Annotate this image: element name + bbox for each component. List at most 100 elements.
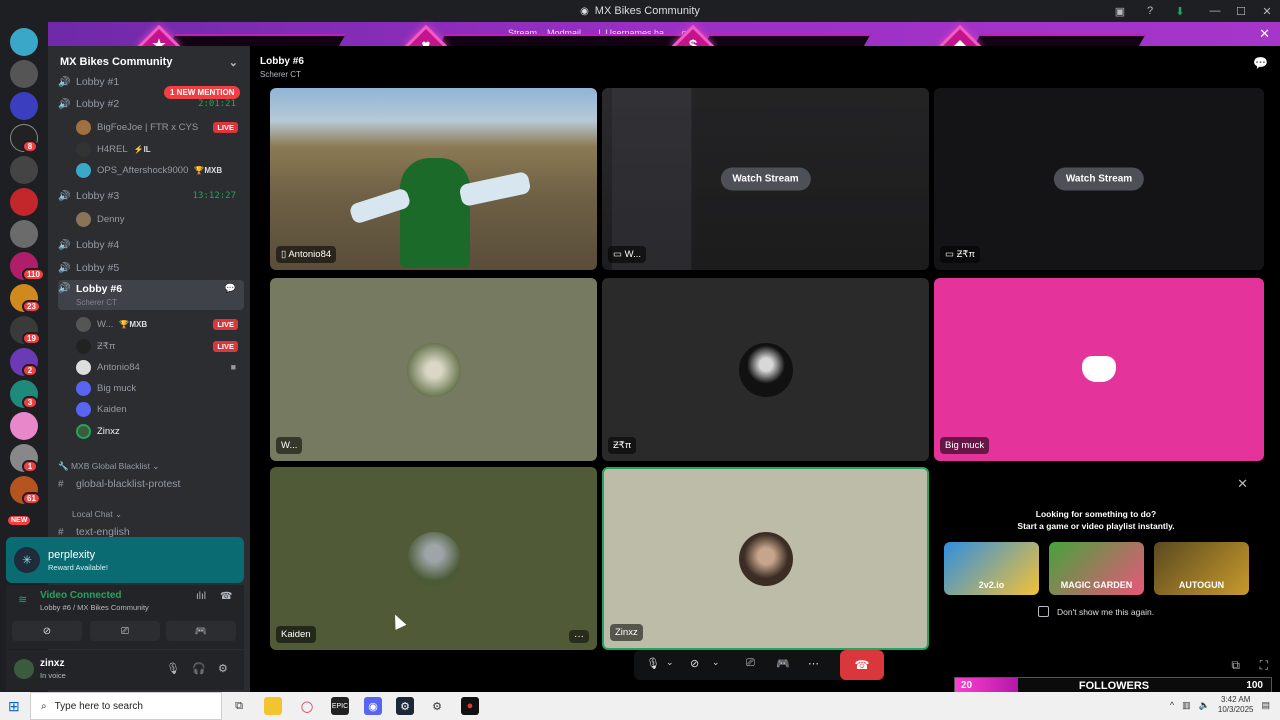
participant-tile[interactable]: Zinxz	[602, 467, 929, 650]
camera-icon: ■	[230, 362, 236, 372]
file-explorer-icon[interactable]	[264, 697, 282, 715]
followers-goal: 100	[1246, 680, 1263, 691]
new-badge: NEW	[6, 514, 33, 527]
voice-user[interactable]: W... 🏆MXB LIVE	[76, 314, 244, 334]
voice-user[interactable]: OPS_Aftershock9000 🏆MXB	[76, 160, 244, 180]
channel-lobby-3[interactable]: 🔊 Lobby #3 13:12:27	[58, 186, 244, 206]
screen-share-icon[interactable]: ⎚	[746, 657, 755, 670]
tile-label: Zinxz	[610, 624, 643, 641]
user-status: In voice	[40, 671, 66, 680]
voice-location[interactable]: Lobby #6 / MX Bikes Community	[40, 603, 149, 612]
network-icon[interactable]: ▥	[1182, 700, 1191, 711]
popout-icon[interactable]: ⧉	[1231, 658, 1240, 673]
game-card[interactable]: AUTOGUN	[1154, 542, 1249, 595]
more-options-button[interactable]: ···	[569, 630, 589, 643]
fullscreen-icon[interactable]: ⛶	[1260, 658, 1268, 673]
disconnect-icon[interactable]: ☎	[220, 591, 232, 602]
live-badge: LIVE	[213, 340, 238, 352]
voice-user[interactable]: H4REL ⚡IL	[76, 139, 244, 159]
opera-icon[interactable]: ◯	[298, 697, 316, 715]
voice-user[interactable]: BigFoeJoe | FTR x CYS LIVE	[76, 117, 244, 137]
watch-stream-button[interactable]: Watch Stream	[720, 167, 811, 191]
settings-gear-icon[interactable]: ⚙	[218, 662, 228, 675]
microphone-icon[interactable]: 🎙	[166, 662, 180, 675]
camera-off-icon[interactable]: ⊘	[690, 657, 699, 670]
checkbox[interactable]	[1038, 606, 1049, 617]
category-header[interactable]: Local Chat ⌄	[58, 506, 244, 522]
participant-tile[interactable]: W...	[270, 278, 597, 461]
chevron-down-icon[interactable]: ⌄	[666, 657, 674, 668]
server-icon-1[interactable]	[10, 28, 38, 56]
server-icon-3[interactable]	[10, 92, 38, 120]
game-card[interactable]: MAGIC GARDEN	[1049, 542, 1144, 595]
camera-off-button[interactable]: ⊘	[12, 621, 82, 641]
perplexity-reward[interactable]: ✳ perplexity Reward Available!	[6, 537, 244, 583]
screen-share-button[interactable]: ⎚	[90, 621, 160, 641]
stream-tile[interactable]: Watch Stream ▭ Ƶ₹π	[934, 88, 1264, 270]
participant-tile[interactable]: Kaiden ···	[270, 467, 597, 650]
banner-close-icon[interactable]: ✕	[1259, 26, 1270, 42]
server-name: MX Bikes Community	[60, 56, 173, 68]
notification-icon[interactable]: ▤	[1261, 700, 1270, 711]
avatar	[76, 359, 91, 375]
end-call-button[interactable]: ☎	[840, 650, 884, 680]
text-channel[interactable]: # global-blacklist-protest	[58, 474, 244, 494]
game-card[interactable]: 2v2.io	[944, 542, 1039, 595]
clock[interactable]: 3:42 AM 10/3/2025	[1218, 695, 1254, 715]
discord-icon[interactable]: ◉	[364, 697, 382, 715]
watch-stream-button[interactable]: Watch Stream	[1053, 167, 1145, 191]
voice-user[interactable]: Antonio84 ■	[76, 357, 244, 377]
user-tag: ⚡IL	[133, 144, 151, 154]
participant-avatar	[738, 531, 793, 586]
dont-show-checkbox[interactable]: Don't show me this again.	[1038, 606, 1154, 617]
activity-icon[interactable]: 🎮	[776, 657, 790, 670]
help-icon[interactable]: ?	[1142, 3, 1158, 19]
activity-button[interactable]: 🎮	[166, 621, 236, 641]
close-button[interactable]: ✕	[1254, 0, 1280, 22]
participant-tile[interactable]: Big muck	[934, 278, 1264, 461]
stream-tile[interactable]: Watch Stream ▭ W...	[602, 88, 929, 270]
epic-games-icon[interactable]: EPIC	[331, 697, 349, 715]
voice-user[interactable]: Zinxz	[76, 421, 244, 441]
more-icon[interactable]: ⋯	[808, 657, 819, 670]
inbox-icon[interactable]: ▣	[1112, 3, 1128, 19]
server-icon-5[interactable]	[10, 156, 38, 184]
mention-badge[interactable]: 1 NEW MENTION	[164, 86, 241, 99]
signal-icon: ≋	[18, 594, 28, 606]
task-view-icon[interactable]: ⧉	[230, 697, 248, 715]
server-icon-6[interactable]	[10, 188, 38, 216]
server-icon-13[interactable]	[10, 412, 38, 440]
participant-tile[interactable]: Ƶ₹π	[602, 278, 929, 461]
server-icon-2[interactable]	[10, 60, 38, 88]
chat-icon[interactable]: 💬	[1253, 56, 1268, 70]
voice-user[interactable]: Big muck	[76, 378, 244, 398]
app-icon[interactable]: ●	[461, 697, 479, 715]
volume-icon[interactable]: 🔈	[1199, 700, 1210, 711]
notification-badge: 3	[22, 396, 38, 409]
channel-lobby-6[interactable]: 🔊 Lobby #6 Scherer CT 💬	[58, 280, 244, 310]
voice-user[interactable]: Kaiden	[76, 399, 244, 419]
server-icon-7[interactable]	[10, 220, 38, 248]
channel-lobby-4[interactable]: 🔊 Lobby #4	[58, 235, 244, 255]
headphones-icon[interactable]: 🎧	[192, 662, 206, 675]
microphone-icon[interactable]: 🎙	[646, 657, 660, 670]
close-promo-icon[interactable]: ✕	[1237, 476, 1248, 492]
steam-icon[interactable]: ⚙	[396, 697, 414, 715]
chat-icon[interactable]: 💬	[225, 283, 236, 294]
maximize-button[interactable]: ☐	[1228, 0, 1254, 22]
stream-tile[interactable]: ▯ Antonio84	[270, 88, 597, 270]
voice-user[interactable]: Ƶ₹π LIVE	[76, 336, 244, 356]
windows-start-icon[interactable]: ⊞	[8, 698, 20, 715]
chevron-down-icon[interactable]: ⌄	[712, 657, 720, 668]
category-header[interactable]: 🔧 MXB Global Blacklist ⌄	[58, 458, 244, 474]
voice-user[interactable]: Denny	[76, 209, 244, 229]
avatar	[76, 162, 91, 178]
tray-chevron-icon[interactable]: ^	[1170, 700, 1174, 710]
download-icon[interactable]: ⬇	[1172, 3, 1188, 19]
taskbar-search[interactable]: ⌕ Type here to search	[30, 692, 222, 720]
channel-lobby-5[interactable]: 🔊 Lobby #5	[58, 258, 244, 278]
settings-icon[interactable]: ⚙	[428, 697, 446, 715]
noise-suppression-icon[interactable]: ılıl	[196, 591, 206, 602]
avatar[interactable]	[14, 659, 34, 679]
minimize-button[interactable]: —	[1202, 0, 1228, 22]
